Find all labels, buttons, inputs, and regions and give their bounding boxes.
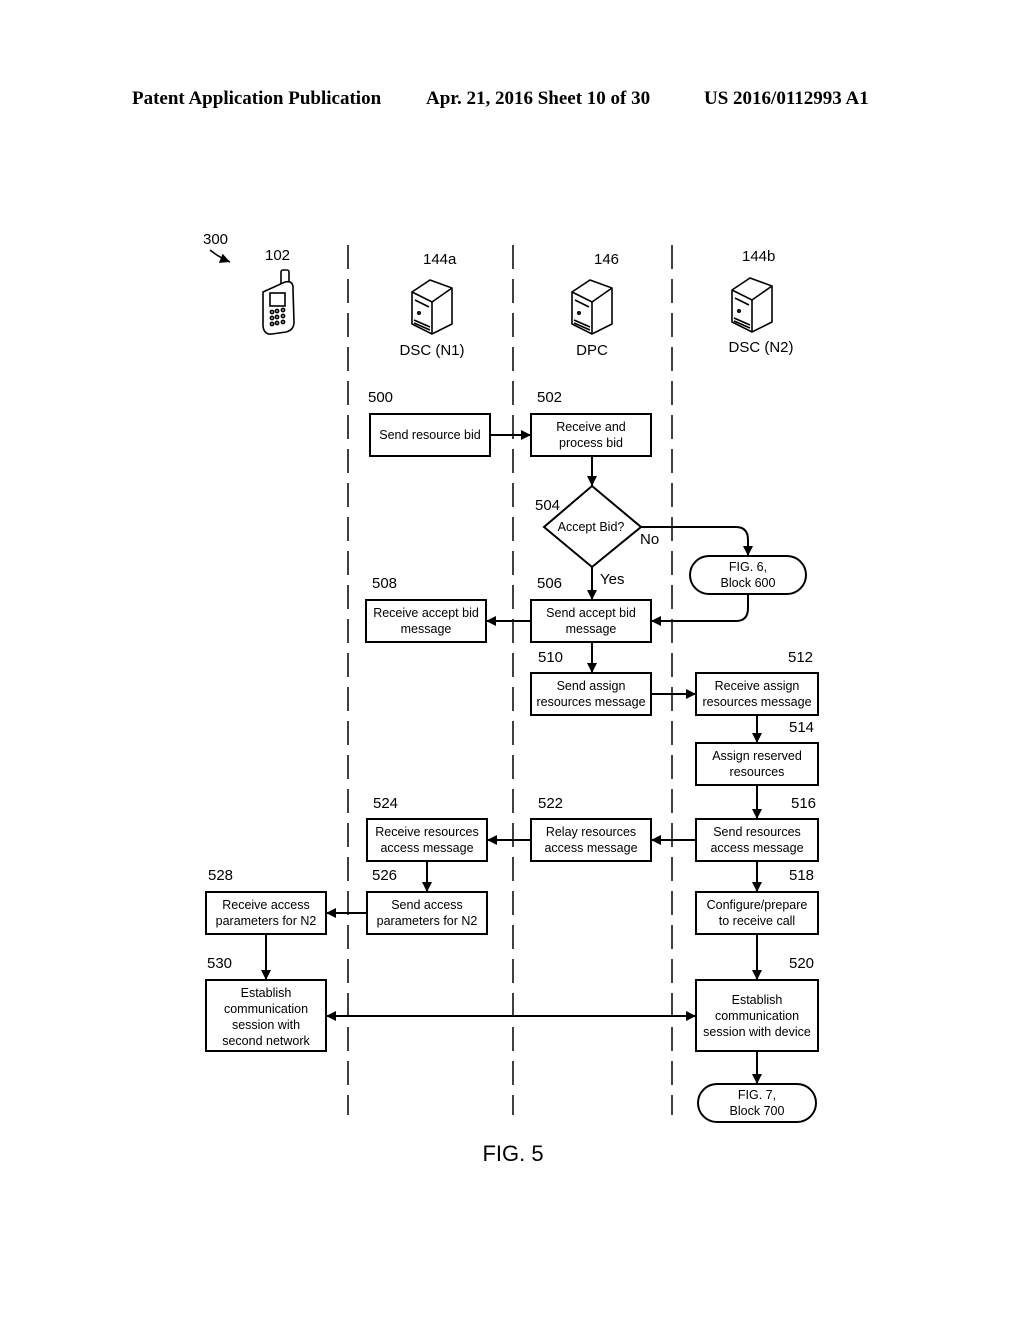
block-530-text-1: Establish [241, 986, 292, 1000]
block-506-text-1: Send accept bid [546, 606, 636, 620]
ref-516: 516 [791, 795, 816, 812]
block-530-text-3: session with [232, 1018, 300, 1032]
lane-ref: 144b [742, 248, 775, 265]
block-512-text-1: Receive assign [715, 679, 800, 693]
block-524-text-2: access message [380, 841, 473, 855]
block-500-text: Send resource bid [379, 428, 481, 442]
block-522-text-1: Relay resources [546, 825, 636, 839]
ref-524: 524 [373, 795, 398, 812]
figure-caption: FIG. 5 [482, 1141, 543, 1166]
block-520-text-1: Establish [732, 993, 783, 1007]
terminal-fig6-text-1: FIG. 6, [729, 560, 767, 574]
block-514-text-2: resources [730, 765, 785, 779]
figure-ref-arrow [209, 249, 231, 263]
lane-dsc-n2: 144b DSC (N2) [728, 248, 793, 356]
ref-520: 520 [789, 955, 814, 972]
block-510-text-1: Send assign [557, 679, 626, 693]
terminal-fig6-text-2: Block 600 [721, 576, 776, 590]
mobile-phone-icon [262, 269, 295, 335]
block-516-text-1: Send resources [713, 825, 801, 839]
block-510-text-2: resources message [536, 695, 645, 709]
ref-530: 530 [207, 955, 232, 972]
ref-522: 522 [538, 795, 563, 812]
lane-dpc: 146 DPC [571, 251, 619, 359]
ref-528: 528 [208, 867, 233, 884]
block-528-text-2: parameters for N2 [216, 914, 317, 928]
decision-504-text: Accept Bid? [558, 520, 625, 534]
ref-518: 518 [789, 867, 814, 884]
block-512-text-2: resources message [702, 695, 811, 709]
block-530-text-4: second network [222, 1034, 310, 1048]
terminal-fig7-text-1: FIG. 7, [738, 1088, 776, 1102]
lane-label: DSC (N1) [399, 342, 464, 359]
lane-label: DPC [576, 342, 608, 359]
ref-512: 512 [788, 649, 813, 666]
lane-dsc-n1: 144a DSC (N1) [399, 251, 464, 359]
block-520-text-2: communication [715, 1009, 799, 1023]
ref-508: 508 [372, 575, 397, 592]
block-520-text-3: session with device [703, 1025, 811, 1039]
block-528-text-1: Receive access [222, 898, 310, 912]
arrow-fig6-506 [651, 594, 749, 626]
decision-no-label: No [640, 531, 659, 548]
lane-ref: 144a [423, 251, 457, 268]
block-524-text-1: Receive resources [375, 825, 479, 839]
lane-ref: 146 [594, 251, 619, 268]
ref-500: 500 [368, 389, 393, 406]
server-icon [411, 279, 453, 335]
block-526-text-1: Send access [391, 898, 463, 912]
lane-ref: 102 [265, 247, 290, 264]
decision-yes-label: Yes [600, 571, 624, 588]
block-514-text-1: Assign reserved [712, 749, 802, 763]
ref-506: 506 [537, 575, 562, 592]
terminal-fig7-text-2: Block 700 [730, 1104, 785, 1118]
block-522-text-2: access message [544, 841, 637, 855]
ref-502: 502 [537, 389, 562, 406]
block-526-text-2: parameters for N2 [377, 914, 478, 928]
block-518-text-2: to receive call [719, 914, 795, 928]
block-530-text-2: communication [224, 1002, 308, 1016]
figure-ref: 300 [203, 231, 228, 248]
server-icon [731, 277, 773, 333]
block-502-text-1: Receive and [556, 420, 626, 434]
flow-diagram: 300 102 144a DSC (N1) 146 DPC 144b DSC (… [203, 231, 819, 1166]
ref-510: 510 [538, 649, 563, 666]
block-508-text-1: Receive accept bid [373, 606, 479, 620]
block-508-text-2: message [401, 622, 452, 636]
block-506-text-2: message [566, 622, 617, 636]
block-516-text-2: access message [710, 841, 803, 855]
block-518-text-1: Configure/prepare [707, 898, 808, 912]
lane-mobile-device: 102 [262, 247, 295, 335]
block-502-text-2: process bid [559, 436, 623, 450]
server-icon [571, 279, 613, 335]
ref-504: 504 [535, 497, 560, 514]
ref-514: 514 [789, 719, 814, 736]
ref-526: 526 [372, 867, 397, 884]
lane-label: DSC (N2) [728, 339, 793, 356]
